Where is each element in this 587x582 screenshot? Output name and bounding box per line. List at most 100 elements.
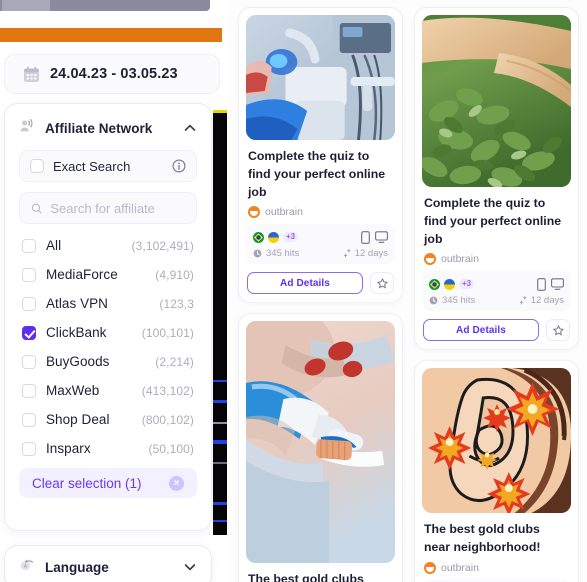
ad-card-actions: Ad Details [422, 319, 571, 342]
affiliate-count: (50,100) [148, 441, 194, 456]
ad-source-name: outbrain [441, 253, 479, 266]
favorite-button[interactable] [546, 319, 570, 342]
affiliate-list: All (3,102,491) MediaForce (4,910) Atlas… [19, 231, 197, 463]
affiliate-row-clickbank[interactable]: ClickBank (100,101) [19, 318, 197, 347]
ad-details-button[interactable]: Ad Details [247, 272, 363, 295]
star-icon [376, 277, 388, 289]
affiliate-checkbox[interactable] [22, 296, 36, 311]
ad-thumbnail-dental-whitening-photo[interactable] [246, 15, 395, 140]
affiliate-checkbox[interactable] [22, 325, 36, 340]
affiliate-name: MaxWeb [46, 383, 100, 398]
pain-spark [427, 426, 472, 471]
affiliate-search-box[interactable] [19, 192, 197, 224]
chevron-up-icon[interactable] [183, 121, 197, 135]
svg-text:A: A [24, 564, 28, 570]
left-sidebar: 24.04.23 - 03.05.23 Affiliate Network Ex… [0, 0, 228, 582]
favorite-button[interactable] [370, 272, 394, 295]
ad-days-text: 12 days [530, 295, 564, 307]
ad-grid: Complete the quiz to find your perfect o… [228, 0, 587, 582]
ad-meta-row-bottom: 345 hits 12 days [429, 295, 564, 306]
affiliate-name: Atlas VPN [46, 296, 108, 311]
affiliate-name: Shop Deal [46, 412, 110, 427]
exact-search-checkbox[interactable] [30, 159, 44, 173]
close-circle-icon[interactable]: × [169, 475, 184, 491]
language-panel[interactable]: A Language [4, 545, 212, 582]
affiliate-count: (3,102,491) [131, 238, 194, 253]
sparkle-icon [343, 249, 351, 258]
ad-column-2: Complete the quiz to find your perfect o… [414, 7, 579, 582]
affiliate-checkbox[interactable] [22, 354, 36, 369]
affiliate-row-atlas-vpn[interactable]: Atlas VPN (123,3 [19, 289, 197, 318]
info-icon[interactable] [172, 159, 186, 173]
broadcast-user-icon [19, 118, 35, 139]
affiliate-count: (413,102) [141, 383, 194, 398]
ad-title: Complete the quiz to find your perfect o… [248, 149, 386, 199]
affiliate-count: (100,101) [141, 325, 194, 340]
ad-card[interactable]: The best gold clubs near neighborhood! o… [238, 313, 403, 582]
affiliate-name: MediaForce [46, 267, 118, 282]
ad-thumbnail-green-tea-photo[interactable] [422, 15, 571, 187]
ad-hits-text: 345 hits [442, 295, 476, 307]
brazil-flag-icon [429, 278, 440, 290]
country-flags: +3 [253, 231, 361, 243]
affiliate-count: (4,910) [155, 267, 194, 282]
ad-meta: +3 [246, 224, 395, 265]
affiliate-row-buygoods[interactable]: BuyGoods (2,214) [19, 347, 197, 376]
ad-hits: 345 hits [429, 295, 519, 306]
affiliate-row-maxweb[interactable]: MaxWeb (413,102) [19, 376, 197, 405]
translate-icon: A [19, 557, 35, 578]
ad-hits-text: 345 hits [266, 248, 300, 260]
ad-title: Complete the quiz to find your perfect o… [424, 196, 562, 246]
affiliate-checkbox[interactable] [22, 441, 36, 456]
ad-thumbnail-ear-pain-illustration[interactable] [422, 368, 571, 514]
affiliate-name: BuyGoods [46, 354, 110, 369]
flags-more-badge[interactable]: +3 [283, 232, 299, 243]
affiliate-row-shop-deal[interactable]: Shop Deal (800,102) [19, 405, 197, 434]
affiliate-row-insparx[interactable]: Insparx (50,100) [19, 434, 197, 463]
affiliate-name: Insparx [46, 441, 91, 456]
exact-search-row[interactable]: Exact Search [19, 150, 197, 182]
flags-more-badge[interactable]: +3 [459, 279, 475, 290]
affiliate-checkbox[interactable] [22, 383, 36, 398]
calendar-icon [23, 66, 40, 83]
country-flags: +3 [429, 278, 537, 290]
pain-spark [505, 382, 560, 437]
affiliate-checkbox[interactable] [22, 238, 36, 253]
desktop-icon [551, 278, 564, 291]
top-purple-bar-segment [2, 0, 50, 11]
affiliate-network-header[interactable]: Affiliate Network [19, 117, 197, 139]
ad-column-1: Complete the quiz to find your perfect o… [238, 7, 403, 582]
ad-source: outbrain [424, 253, 569, 266]
ad-card[interactable]: Complete the quiz to find your perfect o… [414, 7, 579, 351]
mobile-icon [361, 231, 370, 244]
ad-title: The best gold clubs near neighborhood! [424, 522, 541, 555]
affiliate-count: (2,214) [155, 354, 194, 369]
app-root: 24.04.23 - 03.05.23 Affiliate Network Ex… [0, 0, 587, 582]
ad-thumbnail-toothpaste-photo[interactable] [246, 321, 395, 564]
top-orange-bar [0, 28, 222, 42]
ad-details-button[interactable]: Ad Details [423, 319, 539, 342]
star-icon [552, 324, 564, 336]
ukraine-flag-icon [268, 231, 279, 243]
clear-selection-button[interactable]: Clear selection (1) × [19, 468, 197, 498]
device-icons [537, 278, 564, 291]
affiliate-row-mediaforce[interactable]: MediaForce (4,910) [19, 260, 197, 289]
ad-source-name: outbrain [441, 562, 479, 575]
affiliate-network-title: Affiliate Network [45, 120, 153, 136]
ad-days: 12 days [519, 295, 564, 306]
affiliate-checkbox[interactable] [22, 412, 36, 427]
ad-card[interactable]: The best gold clubs near neighborhood! o… [414, 360, 579, 582]
brazil-flag-icon [253, 231, 264, 243]
ad-meta: +3 [422, 271, 571, 312]
ad-hits: 345 hits [253, 248, 343, 259]
pain-spark [483, 404, 511, 433]
search-input[interactable] [50, 200, 185, 216]
affiliate-row-all[interactable]: All (3,102,491) [19, 231, 197, 260]
ad-card[interactable]: Complete the quiz to find your perfect o… [238, 7, 403, 304]
affiliate-name: All [46, 238, 62, 253]
ad-meta-row-top: +3 [429, 276, 564, 292]
date-range-picker[interactable]: 24.04.23 - 03.05.23 [4, 54, 220, 94]
affiliate-checkbox[interactable] [22, 267, 36, 282]
ad-source-name: outbrain [265, 206, 303, 219]
chevron-down-icon[interactable] [183, 560, 197, 574]
